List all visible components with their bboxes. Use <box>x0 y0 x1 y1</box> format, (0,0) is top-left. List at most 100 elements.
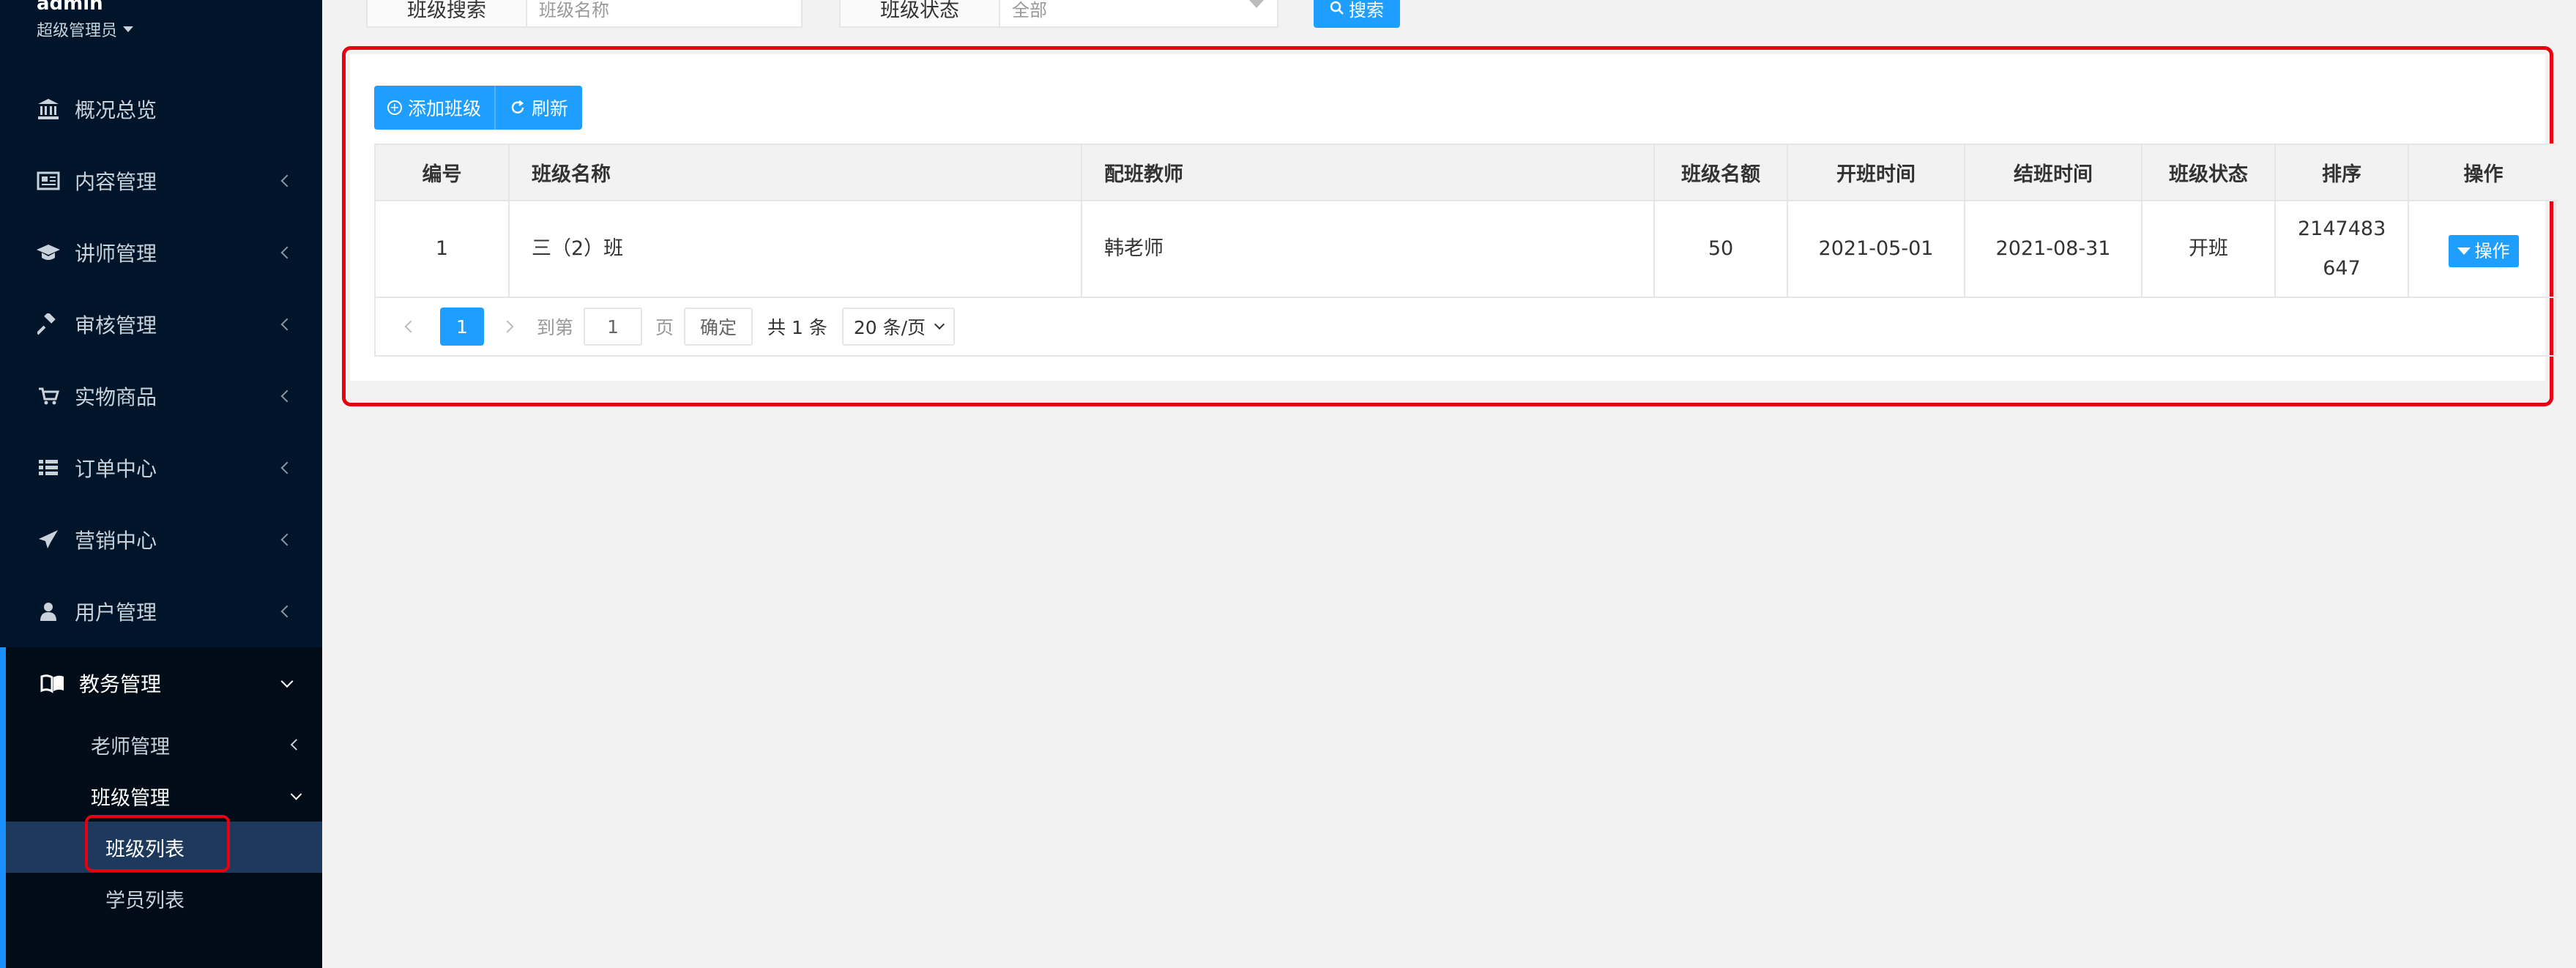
prev-page-button[interactable] <box>396 312 425 341</box>
page-1-button[interactable]: 1 <box>440 308 484 346</box>
sidebar-item-label: 审核管理 <box>75 313 157 338</box>
column-header[interactable]: 班级名称 <box>509 145 1082 201</box>
caret-down-icon <box>123 26 134 32</box>
newspaper-icon <box>35 168 62 194</box>
refresh-icon <box>511 100 524 113</box>
sidebar-item-lecturer[interactable]: 讲师管理 <box>0 217 322 288</box>
sidebar-item-label: 教务管理 <box>79 672 162 696</box>
sidebar-item-class-list[interactable]: 班级列表 <box>6 822 322 873</box>
cell-end-date: 2021-08-31 <box>1965 201 2143 298</box>
chevron-left-icon <box>404 320 417 333</box>
sidebar-item-overview[interactable]: 概况总览 <box>0 73 322 145</box>
sort-value-line1: 2147483 <box>2298 217 2386 240</box>
sidebar-item-academic[interactable]: 教务管理 <box>6 647 322 719</box>
sidebar-item-class-mgmt[interactable]: 班级管理 <box>6 770 322 822</box>
chevron-left-icon <box>280 390 294 403</box>
sidebar-item-label: 老师管理 <box>91 735 170 759</box>
sidebar-item-review[interactable]: 审核管理 <box>0 288 322 360</box>
column-header[interactable]: 操作 <box>2408 145 2558 201</box>
sidebar-item-content[interactable]: 内容管理 <box>0 145 322 217</box>
column-header[interactable]: 开班时间 <box>1787 145 1965 201</box>
bank-icon <box>35 96 62 122</box>
sidebar-group-academic: 教务管理 老师管理 班级管理 班级列表 学员列表 <box>0 647 322 968</box>
username: admin <box>37 0 103 15</box>
user-role: 超级管理员 <box>37 22 118 40</box>
table-row[interactable]: 1 三（2）班 韩老师 50 2021-05-01 2021-08-31 开班 … <box>376 201 2558 298</box>
caret-down-icon <box>1249 0 1264 8</box>
class-table: 编号 班级名称 配班教师 班级名额 开班时间 结班时间 班级状态 排序 操作 1… <box>374 144 2558 357</box>
cell-status: 开班 <box>2142 201 2276 298</box>
sidebar-item-label: 学员列表 <box>105 889 185 912</box>
sidebar-item-orders[interactable]: 订单中心 <box>0 432 322 504</box>
user-icon <box>35 598 62 625</box>
class-list-card: + 添加班级 刷新 编号 班级名称 配班教师 班级名额 开班时间 结班时间 班级… <box>350 54 2558 381</box>
sidebar-item-label: 用户管理 <box>75 600 157 625</box>
sidebar-item-label: 内容管理 <box>75 170 157 194</box>
user-block[interactable]: admin 超级管理员 <box>37 0 134 41</box>
search-bar: 班级搜索 班级名称 班级状态 全部 搜索 <box>366 0 1400 28</box>
sidebar-item-label: 班级列表 <box>105 838 185 861</box>
goto-confirm-button[interactable]: 确定 <box>684 308 753 346</box>
class-status-select[interactable]: 全部 <box>1000 0 1278 28</box>
next-page-button[interactable] <box>493 312 522 341</box>
cell-teacher: 韩老师 <box>1082 201 1655 298</box>
sidebar-item-users[interactable]: 用户管理 <box>0 576 322 647</box>
list-icon <box>35 455 62 481</box>
book-icon <box>40 670 66 696</box>
column-header[interactable]: 编号 <box>376 145 510 201</box>
sidebar: admin 超级管理员 概况总览 内容管理 讲师管理 审核管理 实物商品 订单中… <box>0 0 322 968</box>
column-header[interactable]: 班级状态 <box>2142 145 2276 201</box>
toolbar: + 添加班级 刷新 <box>374 86 582 130</box>
page-size-value: 20 条/页 <box>853 317 926 338</box>
add-class-button[interactable]: + 添加班级 <box>374 86 496 130</box>
class-status-label: 班级状态 <box>839 0 1000 28</box>
refresh-label: 刷新 <box>531 98 568 119</box>
chevron-down-icon <box>280 675 294 688</box>
column-header[interactable]: 配班教师 <box>1082 145 1655 201</box>
chevron-left-icon <box>280 318 294 331</box>
cell-start-date: 2021-05-01 <box>1787 201 1965 298</box>
refresh-button[interactable]: 刷新 <box>496 86 582 130</box>
chevron-right-icon <box>501 320 514 333</box>
row-action-button[interactable]: 操作 <box>2448 235 2519 267</box>
chevron-down-icon <box>934 319 945 330</box>
user-role-dropdown[interactable]: 超级管理员 <box>37 18 134 41</box>
gavel-icon <box>35 311 62 338</box>
page-unit-label: 页 <box>655 317 674 338</box>
cart-icon <box>35 383 62 409</box>
chevron-left-icon <box>280 174 294 187</box>
caret-down-icon <box>2457 247 2471 255</box>
add-class-label: 添加班级 <box>407 98 481 119</box>
sort-value-line2: 647 <box>2323 257 2361 280</box>
sidebar-item-teacher-mgmt[interactable]: 老师管理 <box>6 719 322 770</box>
table-header-row: 编号 班级名称 配班教师 班级名额 开班时间 结班时间 班级状态 排序 操作 <box>376 145 2558 201</box>
chevron-left-icon <box>280 246 294 259</box>
main-content: 班级搜索 班级名称 班级状态 全部 搜索 + 添加班级 刷新 编号 班级名称 配… <box>322 0 2576 959</box>
class-name-input[interactable]: 班级名称 <box>527 0 803 28</box>
sidebar-item-marketing[interactable]: 营销中心 <box>0 504 322 576</box>
sidebar-item-label: 讲师管理 <box>75 242 157 266</box>
search-button-label: 搜索 <box>1349 0 1384 21</box>
paper-plane-icon <box>35 526 62 553</box>
sidebar-item-label: 营销中心 <box>75 529 157 553</box>
sidebar-item-label: 班级管理 <box>91 786 170 810</box>
row-action-label: 操作 <box>2474 241 2510 261</box>
sidebar-item-goods[interactable]: 实物商品 <box>0 360 322 432</box>
sidebar-item-student-list[interactable]: 学员列表 <box>6 873 322 924</box>
chevron-left-icon <box>280 605 294 618</box>
column-header[interactable]: 班级名额 <box>1654 145 1788 201</box>
page-size-select[interactable]: 20 条/页 <box>841 308 956 346</box>
goto-page-input[interactable]: 1 <box>584 308 643 346</box>
sidebar-item-label: 实物商品 <box>75 385 157 409</box>
search-icon <box>1330 1 1344 15</box>
column-header[interactable]: 排序 <box>2275 145 2409 201</box>
plus-circle-icon: + <box>387 100 402 115</box>
column-header[interactable]: 结班时间 <box>1965 145 2143 201</box>
highlight-panel: + 添加班级 刷新 编号 班级名称 配班教师 班级名额 开班时间 结班时间 班级… <box>342 46 2558 406</box>
chevron-left-icon <box>280 461 294 474</box>
total-count: 共 1 条 <box>767 317 827 338</box>
class-search-label: 班级搜索 <box>366 0 527 28</box>
chevron-left-icon <box>280 533 294 546</box>
sidebar-menu: 概况总览 内容管理 讲师管理 审核管理 实物商品 订单中心 营销中心 用户管理 … <box>0 73 322 968</box>
search-button[interactable]: 搜索 <box>1314 0 1400 28</box>
